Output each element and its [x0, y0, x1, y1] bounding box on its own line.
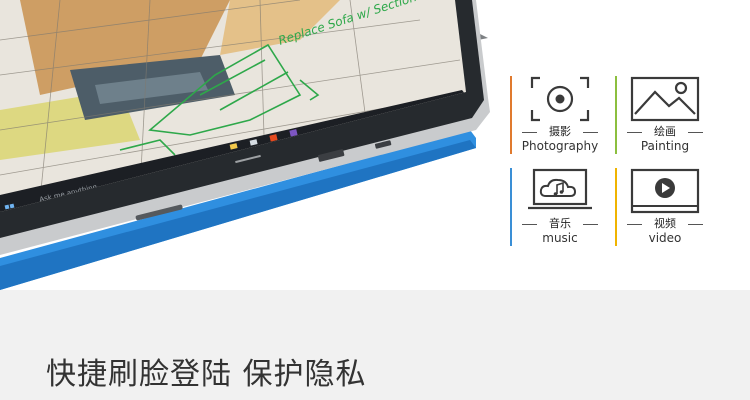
feature-label-en: music — [542, 231, 578, 245]
section-title: 快捷刷脸登陆 保护隐私 — [46, 357, 367, 392]
camera-icon — [530, 76, 590, 122]
hero-banner: Replace Sofa w/ Sectional Ask me anythin… — [0, 0, 750, 290]
play-video-icon — [630, 168, 700, 214]
landscape-picture-icon — [630, 76, 700, 122]
feature-painting: 绘画 Painting — [615, 76, 713, 154]
feature-label-en: video — [648, 231, 682, 245]
music-cloud-icon — [528, 168, 592, 210]
feature-label-en: Photography — [521, 139, 599, 153]
face-login-section: 快捷刷脸登陆 保护隐私 — [0, 290, 750, 400]
feature-photography: 摄影 Photography — [510, 76, 608, 154]
feature-label-en: Painting — [640, 139, 690, 153]
feature-music: 音乐 music — [510, 168, 608, 246]
feature-video: 视频 video — [615, 168, 713, 246]
